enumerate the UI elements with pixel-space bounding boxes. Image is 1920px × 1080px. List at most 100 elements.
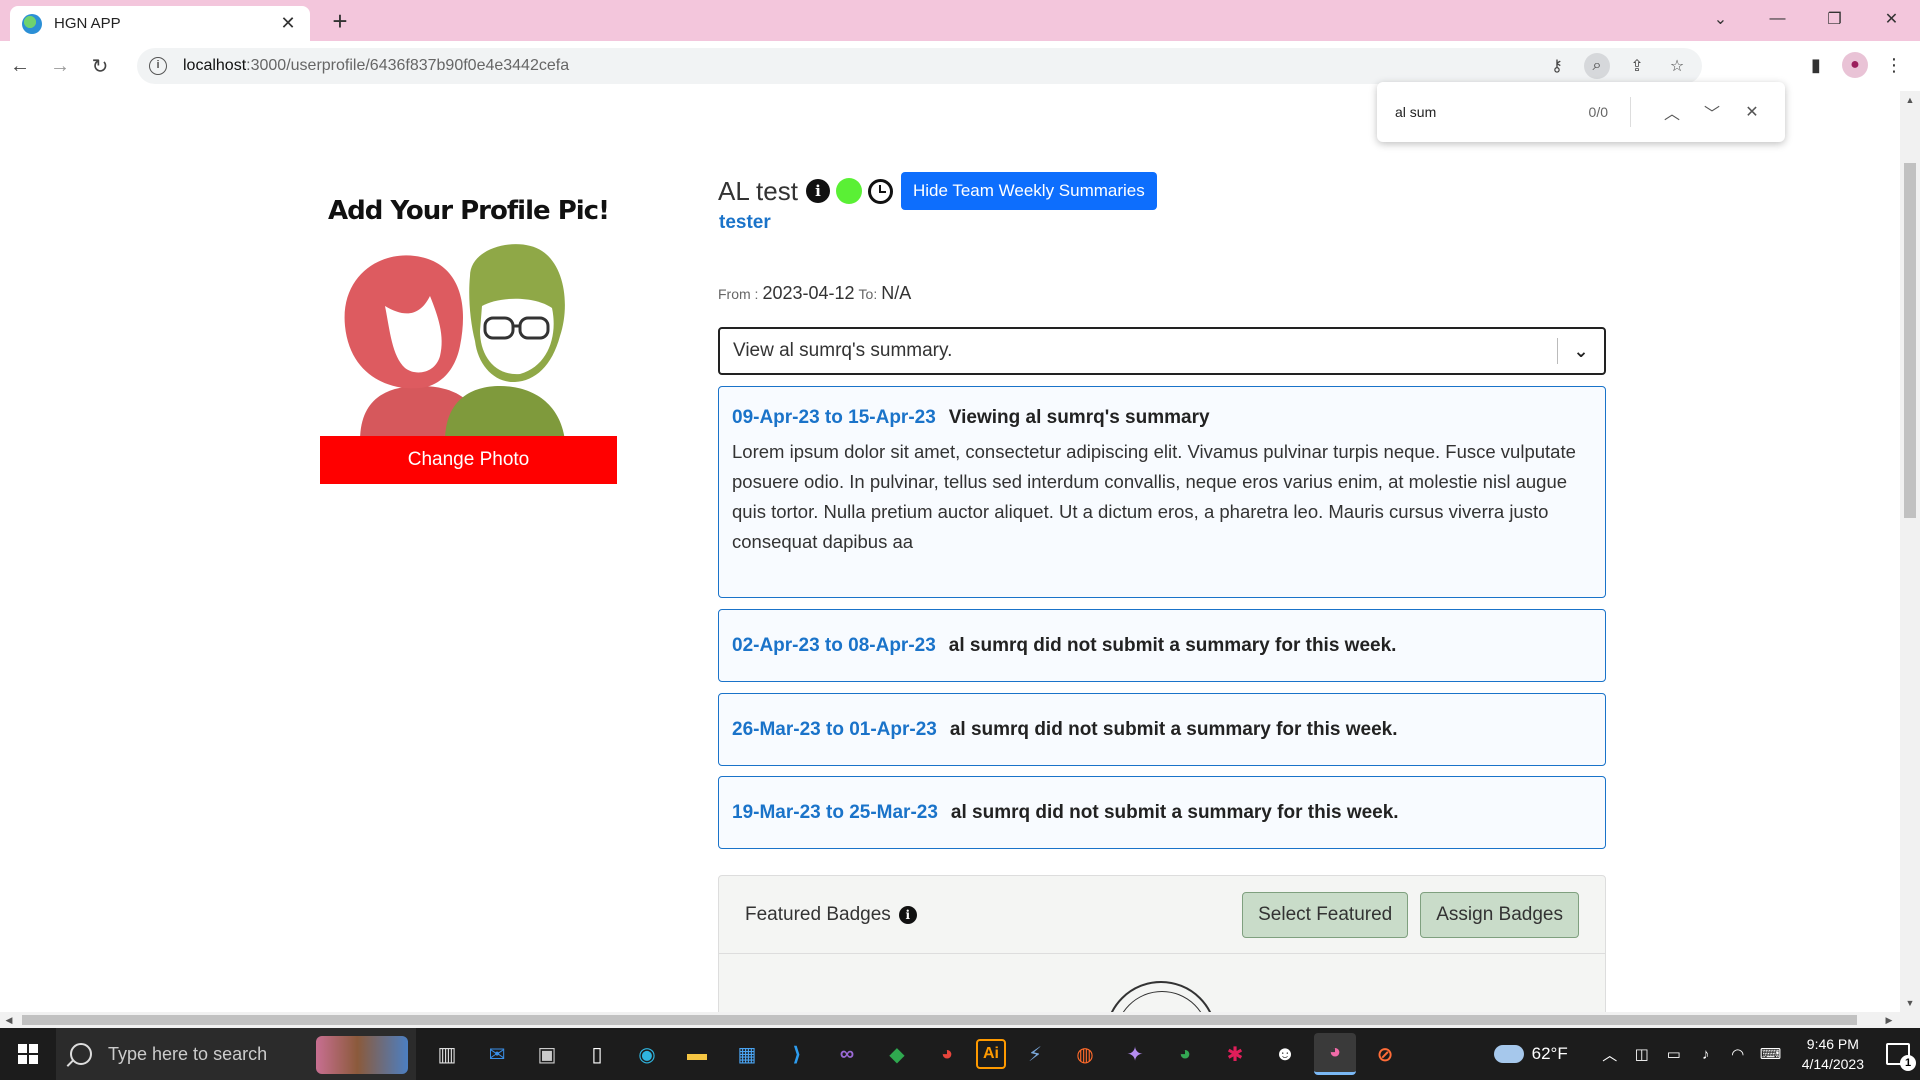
find-divider (1630, 97, 1631, 127)
taskbar-apps: ▥ ✉ ▣ ▯ ◉ ▬ ▦ ⟩ ∞ ◆ ◕ Ai ⚡ ◍ ✦ ◕ ✱ ☻ ◕ ⊘ (426, 1033, 1406, 1075)
url-text[interactable]: localhost:3000/userprofile/6436f837b90f0… (183, 57, 1544, 75)
git-icon[interactable]: ◆ (876, 1033, 918, 1075)
visual-studio-icon[interactable]: ∞ (826, 1033, 868, 1075)
find-prev-icon[interactable]: ︿ (1657, 97, 1687, 127)
file-explorer-icon[interactable]: ▬ (676, 1033, 718, 1075)
summary-select-value: View al sumrq's summary. (733, 340, 953, 361)
vscode-icon[interactable]: ⟩ (776, 1033, 818, 1075)
horizontal-scrollbar[interactable]: ◀ ▶ (0, 1012, 1920, 1028)
close-window-icon[interactable]: ✕ (1863, 0, 1920, 38)
change-photo-button[interactable]: Change Photo (320, 436, 617, 484)
vertical-scroll-thumb[interactable] (1904, 163, 1916, 518)
tray-chevron-up-icon[interactable]: ︿ (1600, 1044, 1620, 1065)
hgn-favicon-icon (22, 13, 42, 34)
badges-info-icon[interactable]: i (898, 905, 917, 924)
sql-icon[interactable]: ⚡ (1014, 1033, 1056, 1075)
clock-time: 9:46 PM (1806, 1036, 1859, 1052)
horizontal-scroll-thumb[interactable] (22, 1015, 1857, 1025)
summary-select[interactable]: View al sumrq's summary. ⌄ (718, 327, 1606, 375)
assign-badges-button[interactable]: Assign Badges (1420, 891, 1579, 938)
info-icon[interactable]: i (805, 179, 830, 203)
start-button[interactable] (0, 1028, 56, 1080)
edge-icon[interactable]: ◉ (626, 1033, 668, 1075)
illustrator-icon[interactable]: Ai (976, 1039, 1006, 1069)
windows-logo-icon (18, 1044, 38, 1064)
clock-icon[interactable] (867, 178, 893, 204)
browser-tab[interactable]: HGN APP ✕ (10, 6, 310, 41)
profile-header: AL test i Hide Team Weekly Summaries (718, 171, 1157, 211)
clock[interactable]: 9:46 PM 4/14/2023 (1802, 1034, 1864, 1074)
wifi-icon[interactable]: ◠ (1728, 1045, 1748, 1063)
system-tray: 62°F ︿ ◫ ▭ ♪ ◠ ⌨ 9:46 PM 4/14/2023 1 (1493, 1028, 1920, 1080)
chrome-alt-icon[interactable]: ◕ (1164, 1033, 1206, 1075)
weather-widget[interactable]: 62°F (1493, 1044, 1568, 1064)
menu-kebab-icon[interactable]: ⋮ (1878, 49, 1910, 81)
forward-icon[interactable]: → (40, 46, 80, 86)
scroll-left-icon[interactable]: ◀ (0, 1012, 18, 1028)
slack-icon[interactable]: ✱ (1214, 1033, 1256, 1075)
hide-team-weekly-summaries-button[interactable]: Hide Team Weekly Summaries (900, 172, 1157, 210)
summary-message: Viewing al sumrq's summary (948, 407, 1210, 428)
tools-icon[interactable]: ✦ (1114, 1033, 1156, 1075)
keyboard-icon[interactable]: ⌨ (1760, 1045, 1782, 1063)
window-controls: ⌄ — ❐ ✕ (1692, 0, 1920, 41)
find-close-icon[interactable]: ✕ (1737, 97, 1767, 127)
volume-icon[interactable]: ♪ (1696, 1046, 1716, 1063)
profile-pic-placeholder[interactable]: Add Your Profile Pic! (320, 196, 617, 436)
terminal-icon[interactable]: ▣ (526, 1033, 568, 1075)
reload-icon[interactable]: ↻ (80, 46, 120, 86)
summary-card: 19-Mar-23 to 25-Mar-23 al sumrq did not … (718, 776, 1606, 849)
battery-icon[interactable]: ▭ (1664, 1045, 1684, 1063)
summary-dates: 26-Mar-23 to 01-Apr-23 (732, 718, 937, 740)
select-featured-button[interactable]: Select Featured (1242, 891, 1409, 938)
search-highlight-icon (316, 1036, 408, 1074)
key-icon[interactable]: ⚷ (1544, 53, 1570, 79)
profile-avatar-icon[interactable]: ● (1842, 52, 1868, 78)
from-label: From : (718, 286, 759, 302)
chrome-icon[interactable]: ◕ (926, 1033, 968, 1075)
tab-search-chevron-icon[interactable]: ⌄ (1692, 0, 1749, 38)
penguin-icon[interactable]: ☻ (1264, 1033, 1306, 1075)
find-next-icon[interactable]: ﹀ (1697, 97, 1727, 127)
vertical-scrollbar[interactable]: ▲ ▼ (1900, 91, 1920, 1012)
summary-message: al sumrq did not submit a summary for th… (950, 801, 1399, 823)
find-input[interactable]: al sum (1395, 104, 1589, 120)
new-tab-icon[interactable]: + (325, 6, 355, 36)
close-tab-icon[interactable]: ✕ (278, 13, 298, 34)
postman-icon[interactable]: ⊘ (1364, 1033, 1406, 1075)
restore-icon[interactable]: ❐ (1806, 0, 1863, 38)
summary-card: 26-Mar-23 to 01-Apr-23 al sumrq did not … (718, 693, 1606, 766)
tab-title: HGN APP (54, 15, 121, 32)
taskbar-search[interactable]: Type here to search (56, 1028, 416, 1080)
chevron-down-icon[interactable]: ⌄ (1558, 341, 1604, 362)
scroll-right-icon[interactable]: ▶ (1880, 1012, 1898, 1028)
store-icon[interactable]: ▦ (726, 1033, 768, 1075)
address-bar[interactable]: i localhost:3000/userprofile/6436f837b90… (137, 48, 1702, 84)
bookmark-star-icon[interactable]: ☆ (1664, 53, 1690, 79)
back-icon[interactable]: ← (0, 46, 40, 86)
avatar-illustration-icon (344, 244, 565, 436)
user-role-link[interactable]: tester (719, 212, 771, 234)
find-in-page-icon[interactable]: ⌕ (1584, 53, 1610, 79)
status-dot-icon[interactable] (835, 178, 862, 204)
notification-count: 1 (1900, 1055, 1916, 1071)
meet-camera-icon[interactable]: ◫ (1632, 1045, 1652, 1063)
file-icon[interactable]: ▯ (576, 1033, 618, 1075)
featured-badges-title: Featured Badges (745, 903, 891, 925)
summary-message: al sumrq did not submit a summary for th… (949, 718, 1398, 740)
side-panel-icon[interactable]: ▮ (1800, 49, 1832, 81)
cloud-icon (1493, 1045, 1524, 1063)
mail-icon[interactable]: ✉ (476, 1033, 518, 1075)
task-view-icon[interactable]: ▥ (426, 1033, 468, 1075)
summary-card: 09-Apr-23 to 15-Apr-23 Viewing al sumrq'… (718, 386, 1606, 598)
minimize-icon[interactable]: — (1749, 0, 1806, 38)
share-icon[interactable]: ⇪ (1624, 53, 1650, 79)
chrome-active-icon[interactable]: ◕ (1314, 1033, 1356, 1075)
site-info-icon[interactable]: i (149, 57, 167, 75)
scroll-down-icon[interactable]: ▼ (1900, 994, 1920, 1012)
notification-icon[interactable]: 1 (1886, 1043, 1916, 1071)
firefox-icon[interactable]: ◍ (1064, 1033, 1106, 1075)
scroll-up-icon[interactable]: ▲ (1900, 91, 1920, 109)
badge-seal-icon[interactable] (1105, 981, 1217, 1012)
summary-dates: 02-Apr-23 to 08-Apr-23 (732, 634, 936, 656)
